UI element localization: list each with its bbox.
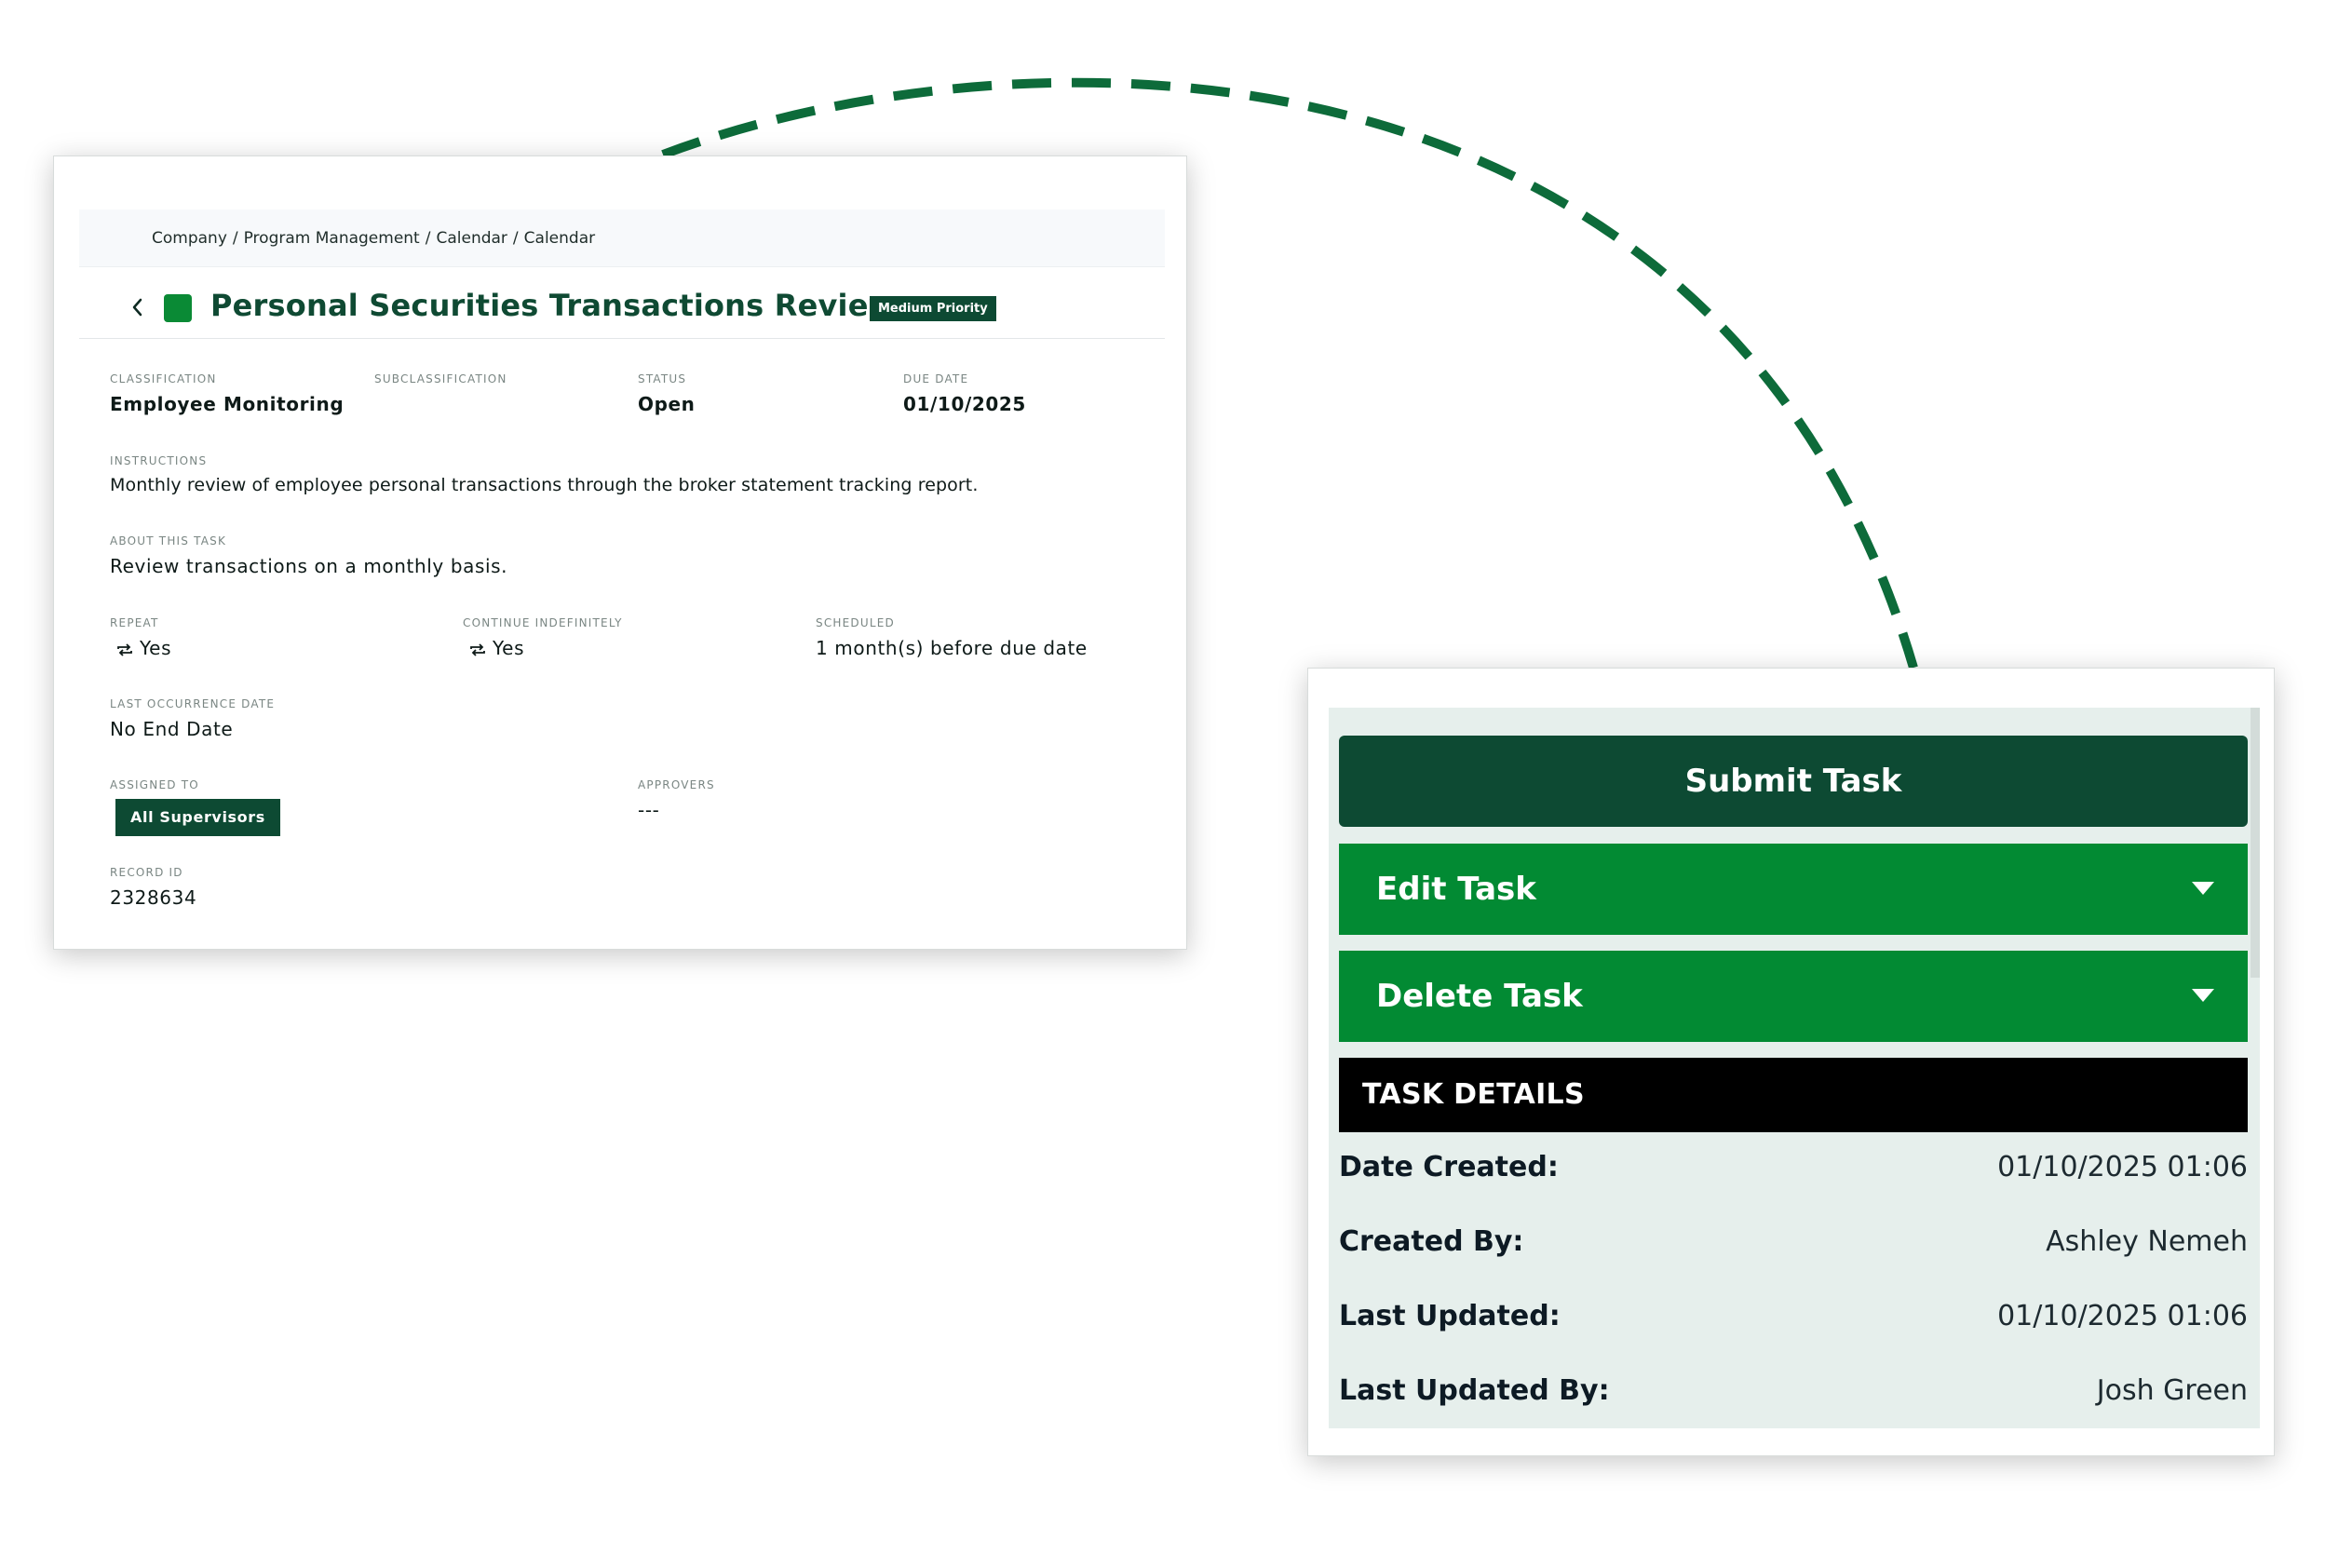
detail-row-last-updated-by: Last Updated By: Josh Green: [1339, 1365, 2248, 1421]
breadcrumb-item-calendar-current: Calendar: [523, 229, 596, 248]
repeat-icon: [470, 642, 485, 656]
repeat-value: Yes: [140, 637, 172, 659]
submit-task-button[interactable]: Submit Task: [1339, 736, 2248, 827]
last-occurrence-label: LAST OCCURRENCE DATE: [110, 697, 276, 710]
continue-indefinitely-value: Yes: [493, 637, 525, 659]
about-label: ABOUT THIS TASK: [110, 534, 227, 547]
approvers-value: ---: [638, 799, 660, 821]
continue-indefinitely-label: CONTINUE INDEFINITELY: [463, 616, 623, 629]
edit-task-button[interactable]: Edit Task: [1339, 844, 2248, 935]
continue-indefinitely-field: CONTINUE INDEFINITELY Yes: [463, 615, 623, 659]
instructions-value: Monthly review of employee personal tran…: [110, 475, 979, 495]
detail-value: Ashley Nemeh: [2046, 1225, 2248, 1258]
green-square-icon: [164, 294, 192, 322]
task-actions-card: Submit Task Edit Task Delete Task TASK D…: [1307, 668, 2275, 1456]
edit-task-label: Edit Task: [1376, 871, 1536, 908]
due-date-field: DUE DATE 01/10/2025: [903, 371, 1026, 415]
breadcrumb-item-calendar[interactable]: Calendar: [436, 229, 507, 248]
last-occurrence-field: LAST OCCURRENCE DATE No End Date: [110, 696, 275, 740]
task-details-header: TASK DETAILS: [1339, 1058, 2248, 1132]
detail-row-created-by: Created By: Ashley Nemeh: [1339, 1216, 2248, 1272]
priority-badge: Medium Priority: [870, 296, 996, 321]
record-id-field: RECORD ID 2328634: [110, 864, 196, 909]
detail-row-last-updated: Last Updated: 01/10/2025 01:06: [1339, 1291, 2248, 1346]
breadcrumb: Company / Program Management / Calendar / Cale…: [79, 210, 1165, 267]
subclassification-label: SUBCLASSIFICATION: [374, 372, 507, 385]
instructions-field: INSTRUCTIONS Monthly review of employee …: [110, 453, 979, 495]
scheduled-label: SCHEDULED: [816, 616, 895, 629]
repeat-field: REPEAT Yes: [110, 615, 171, 659]
task-detail-card: Company / Program Management / Calendar / Cale…: [53, 155, 1187, 950]
delete-task-button[interactable]: Delete Task: [1339, 951, 2248, 1042]
scheduled-value: 1 month(s) before due date: [816, 637, 1088, 659]
classification-label: CLASSIFICATION: [110, 372, 217, 385]
caret-down-icon: [2192, 882, 2214, 895]
last-occurrence-value: No End Date: [110, 718, 234, 740]
about-value: Review transactions on a monthly basis.: [110, 555, 508, 577]
approvers-label: APPROVERS: [638, 778, 715, 791]
detail-value: Josh Green: [2096, 1374, 2248, 1407]
breadcrumb-item-program-management[interactable]: Program Management: [244, 229, 420, 248]
repeat-icon: [117, 642, 132, 656]
classification-value: Employee Monitoring: [110, 393, 345, 415]
detail-key: Date Created:: [1339, 1151, 1559, 1183]
page-title: Personal Securities Transactions Review: [210, 288, 897, 323]
record-id-label: RECORD ID: [110, 866, 183, 879]
assigned-to-field: ASSIGNED TO All Supervisors: [110, 777, 280, 836]
subclassification-field: SUBCLASSIFICATION: [374, 371, 507, 387]
detail-key: Created By:: [1339, 1225, 1524, 1258]
instructions-label: INSTRUCTIONS: [110, 454, 208, 467]
repeat-label: REPEAT: [110, 616, 159, 629]
due-date-label: DUE DATE: [903, 372, 969, 385]
delete-task-label: Delete Task: [1376, 978, 1583, 1015]
assigned-to-chip[interactable]: All Supervisors: [115, 799, 280, 836]
detail-key: Last Updated By:: [1339, 1374, 1610, 1407]
approvers-field: APPROVERS ---: [638, 777, 715, 821]
caret-down-icon: [2192, 989, 2214, 1002]
due-date-value: 01/10/2025: [903, 393, 1026, 415]
assigned-to-label: ASSIGNED TO: [110, 778, 199, 791]
about-field: ABOUT THIS TASK Review transactions on a…: [110, 533, 507, 577]
record-id-value: 2328634: [110, 886, 197, 909]
scheduled-field: SCHEDULED 1 month(s) before due date: [816, 615, 1088, 659]
detail-value: 01/10/2025 01:06: [1997, 1151, 2248, 1183]
classification-field: CLASSIFICATION Employee Monitoring: [110, 371, 344, 415]
status-field: STATUS Open: [638, 371, 696, 415]
status-label: STATUS: [638, 372, 687, 385]
chevron-left-icon[interactable]: [128, 293, 146, 321]
task-actions-panel: Submit Task Edit Task Delete Task TASK D…: [1329, 708, 2260, 1428]
status-value: Open: [638, 393, 696, 415]
breadcrumb-item-company[interactable]: Company: [152, 229, 227, 248]
detail-value: 01/10/2025 01:06: [1997, 1300, 2248, 1332]
detail-key: Last Updated:: [1339, 1300, 1561, 1332]
title-row: Personal Securities Transactions Review …: [79, 282, 1165, 339]
detail-row-date-created: Date Created: 01/10/2025 01:06: [1339, 1142, 2248, 1197]
panel-scrollbar[interactable]: [2251, 708, 2260, 978]
